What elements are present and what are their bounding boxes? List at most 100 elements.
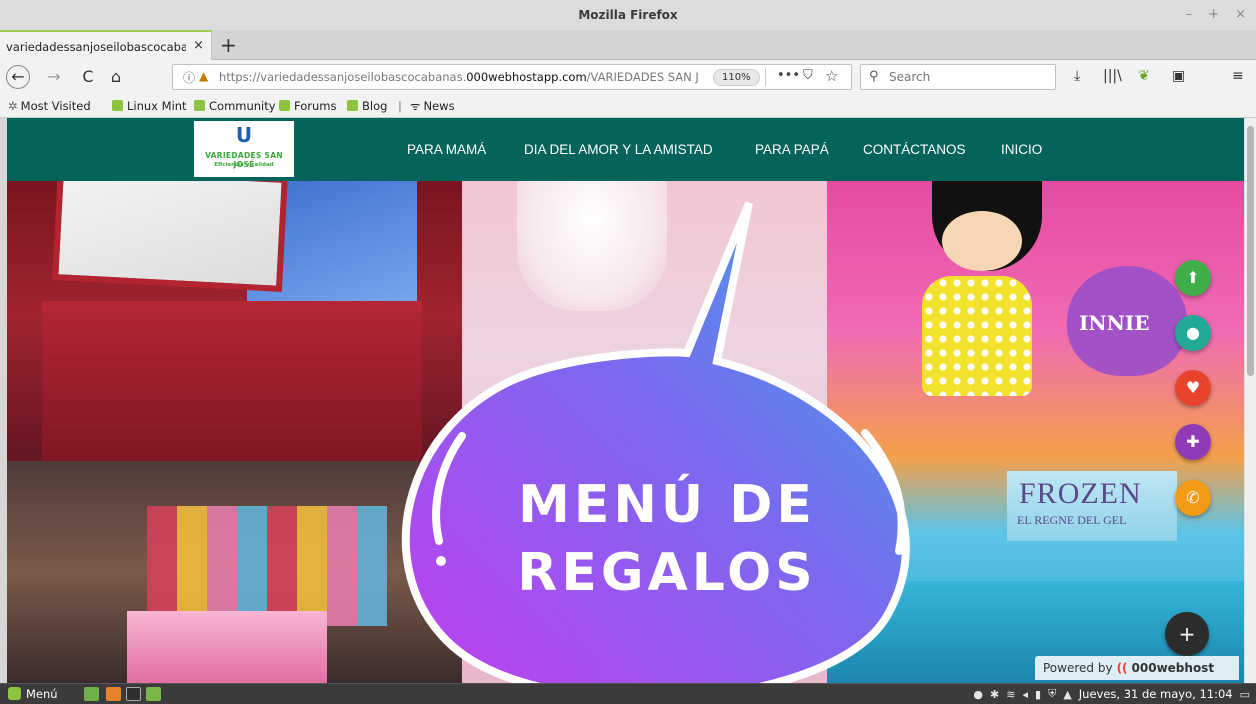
apps-fab[interactable]: ✚	[1175, 424, 1211, 460]
shield-icon[interactable]: ⛨	[1048, 687, 1056, 701]
url-domain: 000webhostapp.com	[466, 70, 587, 84]
page-scrollbar[interactable]	[1244, 118, 1256, 683]
site-header: U VARIEDADES SAN JOSÉ Eficiencia y calid…	[7, 118, 1244, 181]
tab-title: variedadessanjoseilobascocabar	[6, 40, 186, 54]
extension-icon[interactable]: ❦	[1138, 68, 1150, 84]
powered-by-brand: 000webhost	[1131, 661, 1215, 675]
hamburger-menu-icon[interactable]: ≡	[1232, 68, 1244, 84]
search-icon: ⚲	[869, 69, 879, 84]
terminal-launcher-icon[interactable]	[126, 687, 141, 701]
bookmark-linux-mint[interactable]: Linux Mint	[112, 99, 187, 113]
url-prefix: https://variedadessanjoseilobascocabanas…	[219, 70, 467, 84]
search-input[interactable]	[889, 68, 1049, 86]
nav-para-papa[interactable]: PARA PAPÁ	[755, 142, 829, 157]
downloads-icon[interactable]: ⤓	[1074, 68, 1080, 84]
regne-print-text: EL REGNE DEL GEL	[1017, 513, 1127, 527]
000webhost-logo-icon: ((	[1116, 661, 1128, 675]
bookmarks-bar: ✲ Most Visited Linux Mint Community Forum…	[0, 94, 1256, 118]
url-divider	[765, 68, 766, 86]
bookmark-forums[interactable]: Forums	[279, 99, 336, 113]
nav-para-mama[interactable]: PARA MAMÁ	[407, 142, 486, 157]
phone-fab[interactable]: ✆	[1175, 480, 1211, 516]
info-icon[interactable]: ⓘ	[183, 69, 195, 86]
search-bar[interactable]: ⚲	[860, 64, 1056, 90]
bookmark-star-icon[interactable]: ☆	[825, 67, 838, 85]
window-titlebar: Mozilla Firefox – + ×	[0, 0, 1256, 30]
bookmark-label: News	[423, 99, 455, 113]
notifications-icon[interactable]: ▭	[1240, 688, 1250, 701]
mint-icon	[112, 100, 123, 111]
url-text[interactable]: https://variedadessanjoseilobascocabanas…	[219, 70, 699, 84]
white-gift-bag	[52, 165, 288, 292]
plus-icon: +	[1178, 622, 1196, 646]
forward-button[interactable]: →	[42, 65, 66, 89]
battery-icon[interactable]: ▮	[1035, 688, 1041, 701]
web-content: INNIE FROZEN EL REGNE DEL GEL MENÚ DE RE…	[7, 118, 1244, 683]
firefox-launcher-icon[interactable]	[106, 687, 121, 701]
bookmark-separator: |	[398, 99, 402, 113]
bluetooth-icon[interactable]: ✱	[990, 688, 999, 701]
bookmark-community[interactable]: Community	[194, 99, 276, 113]
mint-logo-icon	[8, 687, 21, 700]
zoom-level-badge[interactable]: 110%	[713, 69, 760, 86]
clock[interactable]: Jueves, 31 de mayo, 11:04	[1079, 687, 1233, 701]
screen: Mozilla Firefox – + × variedadessanjosei…	[0, 0, 1256, 704]
bookmark-label: Community	[209, 99, 276, 113]
hero-line-2: REGALOS	[517, 543, 817, 603]
update-icon[interactable]: ▲	[1063, 688, 1071, 701]
nav-contactanos[interactable]: CONTÁCTANOS	[863, 142, 966, 157]
main-fab[interactable]: +	[1165, 612, 1209, 656]
url-bar[interactable]: ⓘ ▲ https://variedadessanjoseilobascocab…	[172, 64, 852, 90]
logo-tagline: Eficiencia y calidad	[214, 162, 274, 168]
tab-close-icon[interactable]: ×	[193, 38, 204, 53]
hero-line-1: MENÚ DE	[518, 475, 816, 535]
page-actions-icon[interactable]: •••	[777, 68, 800, 83]
apps-icon: ✚	[1186, 432, 1200, 451]
home-button[interactable]: ⌂	[104, 65, 128, 89]
user-icon: ●	[1186, 323, 1200, 342]
rss-icon: ᯤ	[410, 99, 421, 113]
maximize-button[interactable]: +	[1208, 7, 1219, 22]
sidebar-icon[interactable]: ▣	[1172, 68, 1185, 84]
bookmark-most-visited[interactable]: ✲ Most Visited	[8, 99, 91, 113]
bookmark-news[interactable]: ᯤ News	[410, 99, 455, 114]
nav-inicio[interactable]: INICIO	[1001, 142, 1042, 157]
nav-dia-del-amor[interactable]: DIA DEL AMOR Y LA AMISTAD	[524, 142, 713, 157]
powered-by-badge[interactable]: Powered by((000webhost	[1035, 656, 1239, 680]
reload-button[interactable]: C	[76, 65, 100, 89]
tab-strip: variedadessanjoseilobascocabar × +	[0, 30, 1256, 60]
back-button[interactable]: ←	[6, 65, 30, 89]
library-icon[interactable]: |||\	[1103, 68, 1122, 84]
navigation-bar: ← → C ⌂ ⓘ ▲ https://variedadessanjoseilo…	[0, 60, 1256, 94]
system-tray: ● ✱ ≋ ◂ ▮ ⛨ ▲ Jueves, 31 de mayo, 11:04 …	[973, 687, 1250, 701]
frozen-print-text: FROZEN	[1019, 477, 1142, 510]
bookmark-blog[interactable]: Blog	[347, 99, 387, 113]
user-tray-icon[interactable]: ●	[973, 688, 983, 701]
new-tab-button[interactable]: +	[220, 33, 237, 57]
insecure-lock-icon[interactable]: ▲	[199, 69, 208, 83]
bubble-accent-dot	[436, 556, 446, 566]
show-desktop-icon[interactable]	[84, 687, 99, 701]
favorite-fab[interactable]: ♥	[1175, 370, 1211, 406]
files-launcher-icon[interactable]	[146, 687, 161, 701]
minimize-button[interactable]: –	[1186, 7, 1193, 22]
start-menu-label: Menú	[26, 687, 58, 701]
upload-fab[interactable]: ⬆	[1175, 260, 1211, 296]
site-logo[interactable]: U VARIEDADES SAN JOSÉ Eficiencia y calid…	[194, 121, 294, 177]
wifi-icon[interactable]: ≋	[1006, 688, 1015, 701]
speech-bubble	[401, 201, 910, 683]
phone-icon: ✆	[1186, 488, 1200, 507]
bookmark-label: Forums	[294, 99, 337, 113]
scrollbar-thumb[interactable]	[1247, 126, 1254, 376]
start-menu-button[interactable]: Menú	[8, 687, 58, 701]
url-path: /VARIEDADES SAN JOSÉ/\	[586, 70, 699, 84]
hero-banner: INNIE FROZEN EL REGNE DEL GEL MENÚ DE RE…	[7, 165, 1244, 683]
window-title: Mozilla Firefox	[578, 8, 678, 22]
red-gift-bag	[42, 301, 422, 471]
close-window-button[interactable]: ×	[1235, 7, 1246, 22]
pocket-icon[interactable]: ⛉	[803, 68, 813, 83]
volume-icon[interactable]: ◂	[1022, 688, 1028, 701]
mint-icon	[194, 100, 205, 111]
browser-tab[interactable]: variedadessanjoseilobascocabar ×	[0, 30, 212, 60]
profile-fab[interactable]: ●	[1175, 315, 1211, 351]
